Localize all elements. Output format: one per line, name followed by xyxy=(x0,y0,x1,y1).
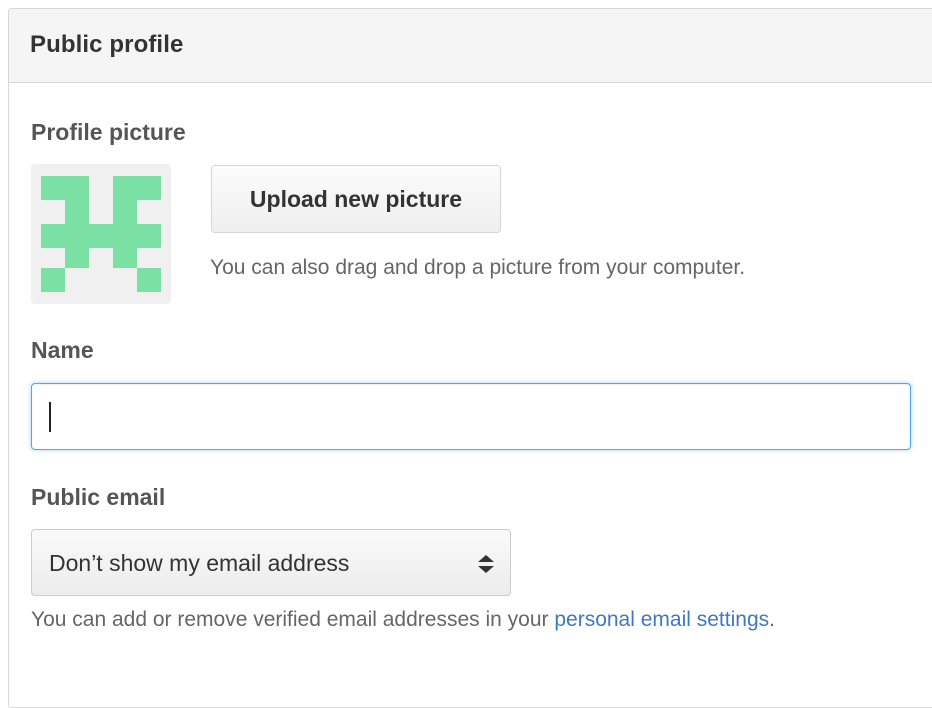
select-arrows-icon xyxy=(478,555,494,573)
upload-picture-button[interactable]: Upload new picture xyxy=(211,165,501,233)
identicon-icon xyxy=(41,176,161,292)
public-email-label: Public email xyxy=(31,484,166,510)
panel-title: Public profile xyxy=(30,31,184,58)
public-email-select[interactable]: Don’t show my email address xyxy=(31,529,511,596)
public-profile-panel: Public profile Profile picture Upload ne… xyxy=(8,8,932,708)
text-caret xyxy=(49,402,51,432)
avatar xyxy=(31,164,171,304)
public-email-selected-value: Don’t show my email address xyxy=(49,550,350,576)
email-settings-hint: You can add or remove verified email add… xyxy=(31,608,775,632)
email-hint-suffix: . xyxy=(769,608,775,631)
panel-header: Public profile xyxy=(9,9,932,83)
personal-email-settings-link[interactable]: personal email settings xyxy=(554,608,769,631)
profile-picture-label: Profile picture xyxy=(31,119,186,145)
name-input[interactable] xyxy=(31,383,911,450)
email-hint-prefix: You can add or remove verified email add… xyxy=(31,608,555,631)
upload-hint: You can also drag and drop a picture fro… xyxy=(210,256,746,279)
name-label: Name xyxy=(31,337,94,363)
